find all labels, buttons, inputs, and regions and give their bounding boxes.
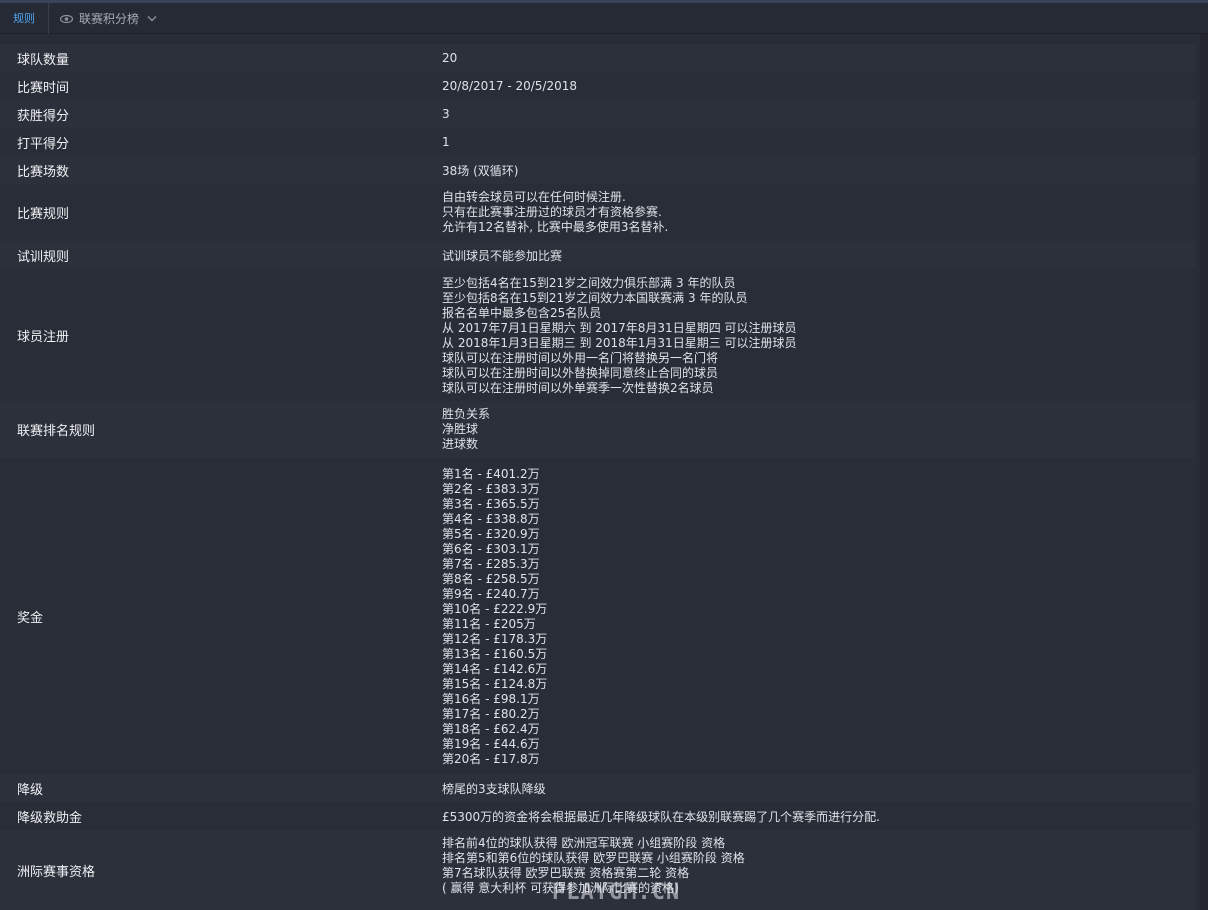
row-draw-points: 打平得分 1 bbox=[0, 128, 1196, 156]
list-item: 第10名 - £222.9万 bbox=[442, 602, 548, 616]
row-trial-rules: 试训规则 试训球员不能参加比赛 bbox=[0, 241, 1196, 269]
row-win-points: 获胜得分 3 bbox=[0, 100, 1196, 128]
list-item: 至少包括8名在15到21岁之间效力本国联赛满 3 年的队员 bbox=[442, 291, 748, 305]
list-item: 球队可以在注册时间以外替换掉同意终止合同的球员 bbox=[442, 366, 719, 380]
list-item: 只有在此赛事注册过的球员才有资格参赛. bbox=[442, 205, 662, 219]
list-item: 排名前4位的球队获得 欧洲冠军联赛 小组赛阶段 资格 bbox=[442, 836, 726, 850]
list-item: 第11名 - £205万 bbox=[442, 617, 536, 631]
row-registration: 球员注册 至少包括4名在15到21岁之间效力俱乐部满 3 年的队员 至少包括8名… bbox=[0, 269, 1196, 401]
watermark: PLAYGM.CN bbox=[552, 880, 681, 905]
ranking-label: 联赛排名规则 bbox=[17, 424, 96, 439]
row-relegation: 降级 榜尾的3支球队降级 bbox=[0, 774, 1196, 802]
list-item: 第19名 - £44.6万 bbox=[442, 737, 540, 751]
view-dropdown-label: 联赛积分榜 bbox=[79, 12, 140, 26]
prize-money-label: 奖金 bbox=[17, 610, 44, 626]
list-item: 第13名 - £160.5万 bbox=[442, 647, 548, 661]
parachute-label: 降级救助金 bbox=[17, 810, 83, 826]
draw-points-value: 1 bbox=[442, 135, 450, 149]
win-points-label: 获胜得分 bbox=[17, 108, 70, 124]
list-item: 第5名 - £320.9万 bbox=[442, 527, 540, 541]
list-item: 球队可以在注册时间以外用一名门将替换另一名门将 bbox=[442, 351, 719, 365]
relegation-value: 榜尾的3支球队降级 bbox=[442, 781, 546, 796]
list-item: 排名第5和第6位的球队获得 欧罗巴联赛 小组赛阶段 资格 bbox=[442, 851, 745, 865]
list-item: 第1名 - £401.2万 bbox=[442, 467, 540, 481]
trial-rules-value: 试训球员不能参加比赛 bbox=[442, 248, 563, 263]
row-prize-money: 奖金 第1名 - £401.2万 第2名 - £383.3万 第3名 - £36… bbox=[0, 458, 1196, 774]
list-item: 第6名 - £303.1万 bbox=[442, 542, 540, 556]
parachute-value: £5300万的资金将会根据最近几年降级球队在本级别联赛踢了几个赛季而进行分配. bbox=[442, 809, 880, 824]
dates-value: 20/8/2017 - 20/5/2018 bbox=[442, 79, 578, 93]
list-item: 净胜球 bbox=[442, 422, 479, 436]
list-item: 从 2018年1月3日星期三 到 2018年1月31日星期三 可以注册球员 bbox=[442, 336, 797, 350]
list-item: 第20名 - £17.8万 bbox=[442, 752, 540, 766]
row-dates: 比赛时间 20/8/2017 - 20/5/2018 bbox=[0, 72, 1196, 100]
matches-value: 38场 (双循环) bbox=[442, 163, 519, 178]
tab-rules[interactable]: 规则 bbox=[0, 3, 49, 34]
list-item: 允许有12名替补, 比赛中最多使用3名替补. bbox=[442, 220, 669, 234]
match-rules-list: 自由转会球员可以在任何时候注册. 只有在此赛事注册过的球员才有资格参赛. 允许有… bbox=[442, 190, 668, 235]
teams-value: 20 bbox=[442, 51, 458, 65]
list-item: 报名名单中最多包含25名队员 bbox=[442, 306, 602, 320]
list-item: 第7名球队获得 欧罗巴联赛 资格赛第二轮 资格 bbox=[442, 866, 690, 880]
list-item: 球队可以在注册时间以外单赛季一次性替换2名球员 bbox=[442, 381, 714, 395]
relegation-label: 降级 bbox=[17, 782, 44, 798]
list-item: 进球数 bbox=[442, 437, 479, 451]
list-item: 第2名 - £383.3万 bbox=[442, 482, 540, 496]
row-parachute: 降级救助金 £5300万的资金将会根据最近几年降级球队在本级别联赛踢了几个赛季而… bbox=[0, 802, 1196, 830]
list-item: 第18名 - £62.4万 bbox=[442, 722, 540, 736]
list-item: 第14名 - £142.6万 bbox=[442, 662, 548, 676]
draw-points-label: 打平得分 bbox=[17, 136, 70, 152]
toolbar: 规则 联赛积分榜 bbox=[0, 3, 1208, 34]
list-item: 第8名 - £258.5万 bbox=[442, 572, 540, 586]
row-teams: 球队数量 20 bbox=[0, 44, 1196, 72]
row-matches: 比赛场数 38场 (双循环) bbox=[0, 156, 1196, 184]
list-item: 至少包括4名在15到21岁之间效力俱乐部满 3 年的队员 bbox=[442, 276, 736, 290]
row-ranking: 联赛排名规则 胜负关系 净胜球 进球数 bbox=[0, 401, 1196, 458]
list-item: 第3名 - £365.5万 bbox=[442, 497, 540, 511]
list-item: 第15名 - £124.8万 bbox=[442, 677, 548, 691]
prize-list: 第1名 - £401.2万 第2名 - £383.3万 第3名 - £365.5… bbox=[442, 467, 547, 767]
scrollbar[interactable] bbox=[1200, 34, 1208, 910]
row-match-rules: 比赛规则 自由转会球员可以在任何时候注册. 只有在此赛事注册过的球员才有资格参赛… bbox=[0, 184, 1196, 241]
registration-list: 至少包括4名在15到21岁之间效力俱乐部满 3 年的队员 至少包括8名在15到2… bbox=[442, 276, 797, 396]
win-points-value: 3 bbox=[442, 107, 450, 121]
registration-label: 球员注册 bbox=[17, 329, 70, 345]
chevron-down-icon bbox=[147, 16, 157, 22]
list-item: 从 2017年7月1日星期六 到 2017年8月31日星期四 可以注册球员 bbox=[442, 321, 797, 335]
list-item: 胜负关系 bbox=[442, 407, 491, 421]
list-item: 第4名 - £338.8万 bbox=[442, 512, 540, 526]
ranking-list: 胜负关系 净胜球 进球数 bbox=[442, 407, 490, 452]
list-item: 第17名 - £80.2万 bbox=[442, 707, 540, 721]
continental-label: 洲际赛事资格 bbox=[17, 864, 96, 880]
view-dropdown[interactable]: 联赛积分榜 bbox=[60, 3, 157, 34]
trial-rules-label: 试训规则 bbox=[17, 249, 70, 265]
list-item: 自由转会球员可以在任何时候注册. bbox=[442, 190, 626, 204]
eye-icon bbox=[60, 14, 73, 23]
matches-label: 比赛场数 bbox=[17, 164, 70, 180]
dates-label: 比赛时间 bbox=[17, 80, 70, 96]
list-item: 第16名 - £98.1万 bbox=[442, 692, 540, 706]
teams-label: 球队数量 bbox=[17, 52, 70, 68]
list-item: 第12名 - £178.3万 bbox=[442, 632, 548, 646]
list-item: 第7名 - £285.3万 bbox=[442, 557, 540, 571]
match-rules-label: 比赛规则 bbox=[17, 207, 70, 222]
list-item: 第9名 - £240.7万 bbox=[442, 587, 540, 601]
